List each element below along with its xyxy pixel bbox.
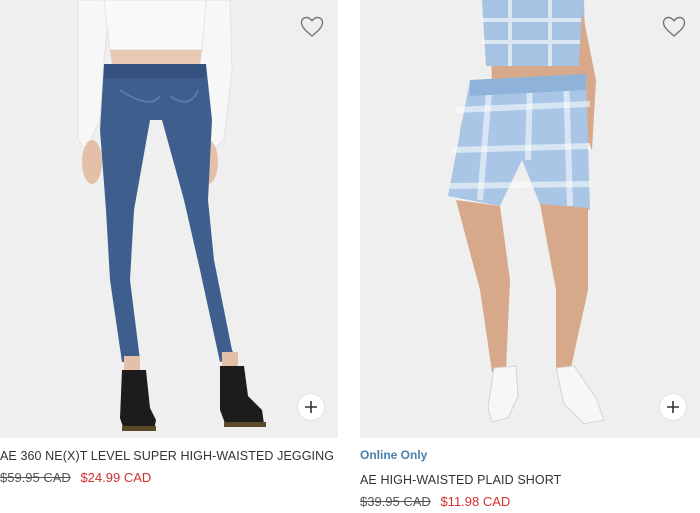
product-grid: AE 360 NE(X)T LEVEL SUPER HIGH-WAISTED J… bbox=[0, 0, 700, 513]
product-image[interactable] bbox=[0, 0, 338, 438]
plus-icon bbox=[305, 401, 317, 413]
quick-add-button[interactable] bbox=[298, 394, 324, 420]
original-price: $59.95 CAD bbox=[0, 470, 71, 485]
product-name[interactable]: AE 360 NE(X)T LEVEL SUPER HIGH-WAISTED J… bbox=[0, 447, 338, 465]
plaid-shorts-model-photo bbox=[360, 0, 700, 438]
online-only-badge: Online Only bbox=[360, 448, 428, 462]
product-card[interactable]: Online Only AE HIGH-WAISTED PLAID SHORT … bbox=[360, 0, 700, 511]
favorite-button[interactable] bbox=[662, 16, 686, 38]
favorite-button[interactable] bbox=[300, 16, 324, 38]
product-info: AE 360 NE(X)T LEVEL SUPER HIGH-WAISTED J… bbox=[0, 438, 338, 487]
heart-outline-icon bbox=[300, 16, 324, 37]
product-info: Online Only AE HIGH-WAISTED PLAID SHORT … bbox=[360, 438, 700, 511]
sale-price: $11.98 CAD bbox=[440, 494, 511, 509]
original-price: $39.95 CAD bbox=[360, 494, 431, 509]
jeans-model-photo bbox=[0, 0, 338, 438]
price-row: $39.95 CAD $11.98 CAD bbox=[360, 493, 700, 511]
sale-price: $24.99 CAD bbox=[80, 470, 152, 485]
quick-add-button[interactable] bbox=[660, 394, 686, 420]
product-name[interactable]: AE HIGH-WAISTED PLAID SHORT bbox=[360, 471, 700, 489]
product-image[interactable] bbox=[360, 0, 700, 438]
heart-outline-icon bbox=[662, 16, 686, 37]
plus-icon bbox=[667, 401, 679, 413]
price-row: $59.95 CAD $24.99 CAD bbox=[0, 469, 338, 487]
product-card[interactable]: AE 360 NE(X)T LEVEL SUPER HIGH-WAISTED J… bbox=[0, 0, 338, 487]
